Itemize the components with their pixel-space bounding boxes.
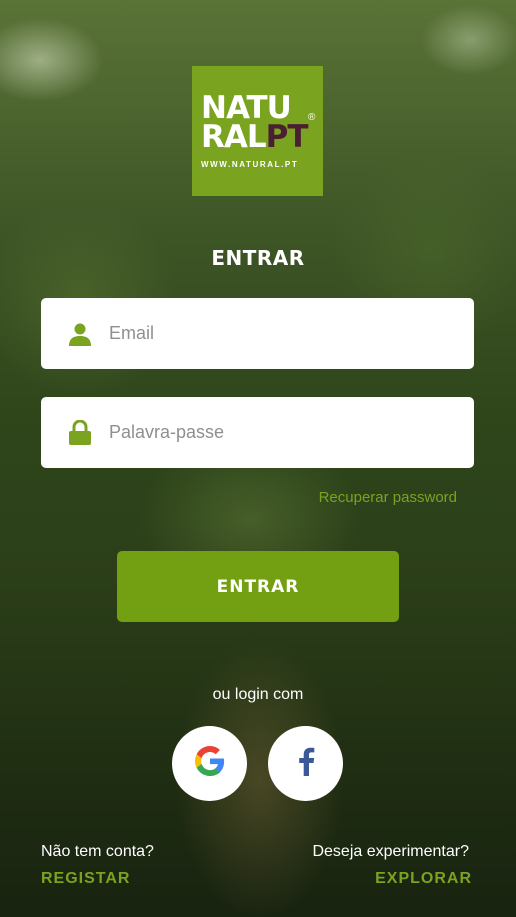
register-link[interactable]: REGISTAR [41, 870, 130, 888]
natural-pt-logo: NATU RALPT ® WWW.NATURAL.PT [192, 66, 323, 196]
explore-link[interactable]: EXPLORAR [375, 870, 472, 888]
logo-text-line2: RALPT [201, 122, 308, 153]
recover-password-link[interactable]: Recuperar password [319, 489, 457, 506]
logo-text-pt: PT [265, 119, 309, 155]
lock-icon [67, 419, 93, 446]
logo-text-ral: RAL [201, 119, 267, 155]
email-field[interactable] [41, 298, 474, 369]
google-login-button[interactable] [172, 726, 247, 801]
try-app-text: Deseja experimentar? [312, 843, 469, 860]
registered-mark: ® [308, 112, 316, 123]
facebook-login-button[interactable] [268, 726, 343, 801]
password-field[interactable] [41, 397, 474, 468]
email-input[interactable] [107, 322, 441, 345]
page-title: ENTRAR [211, 246, 305, 270]
password-input[interactable] [107, 421, 441, 444]
logo-url: WWW.NATURAL.PT [201, 160, 299, 169]
login-button[interactable]: ENTRAR [117, 551, 399, 622]
no-account-text: Não tem conta? [41, 843, 154, 860]
facebook-icon [297, 746, 315, 781]
google-icon [194, 746, 225, 781]
social-login-label: ou login com [212, 686, 304, 703]
user-icon [67, 321, 93, 347]
